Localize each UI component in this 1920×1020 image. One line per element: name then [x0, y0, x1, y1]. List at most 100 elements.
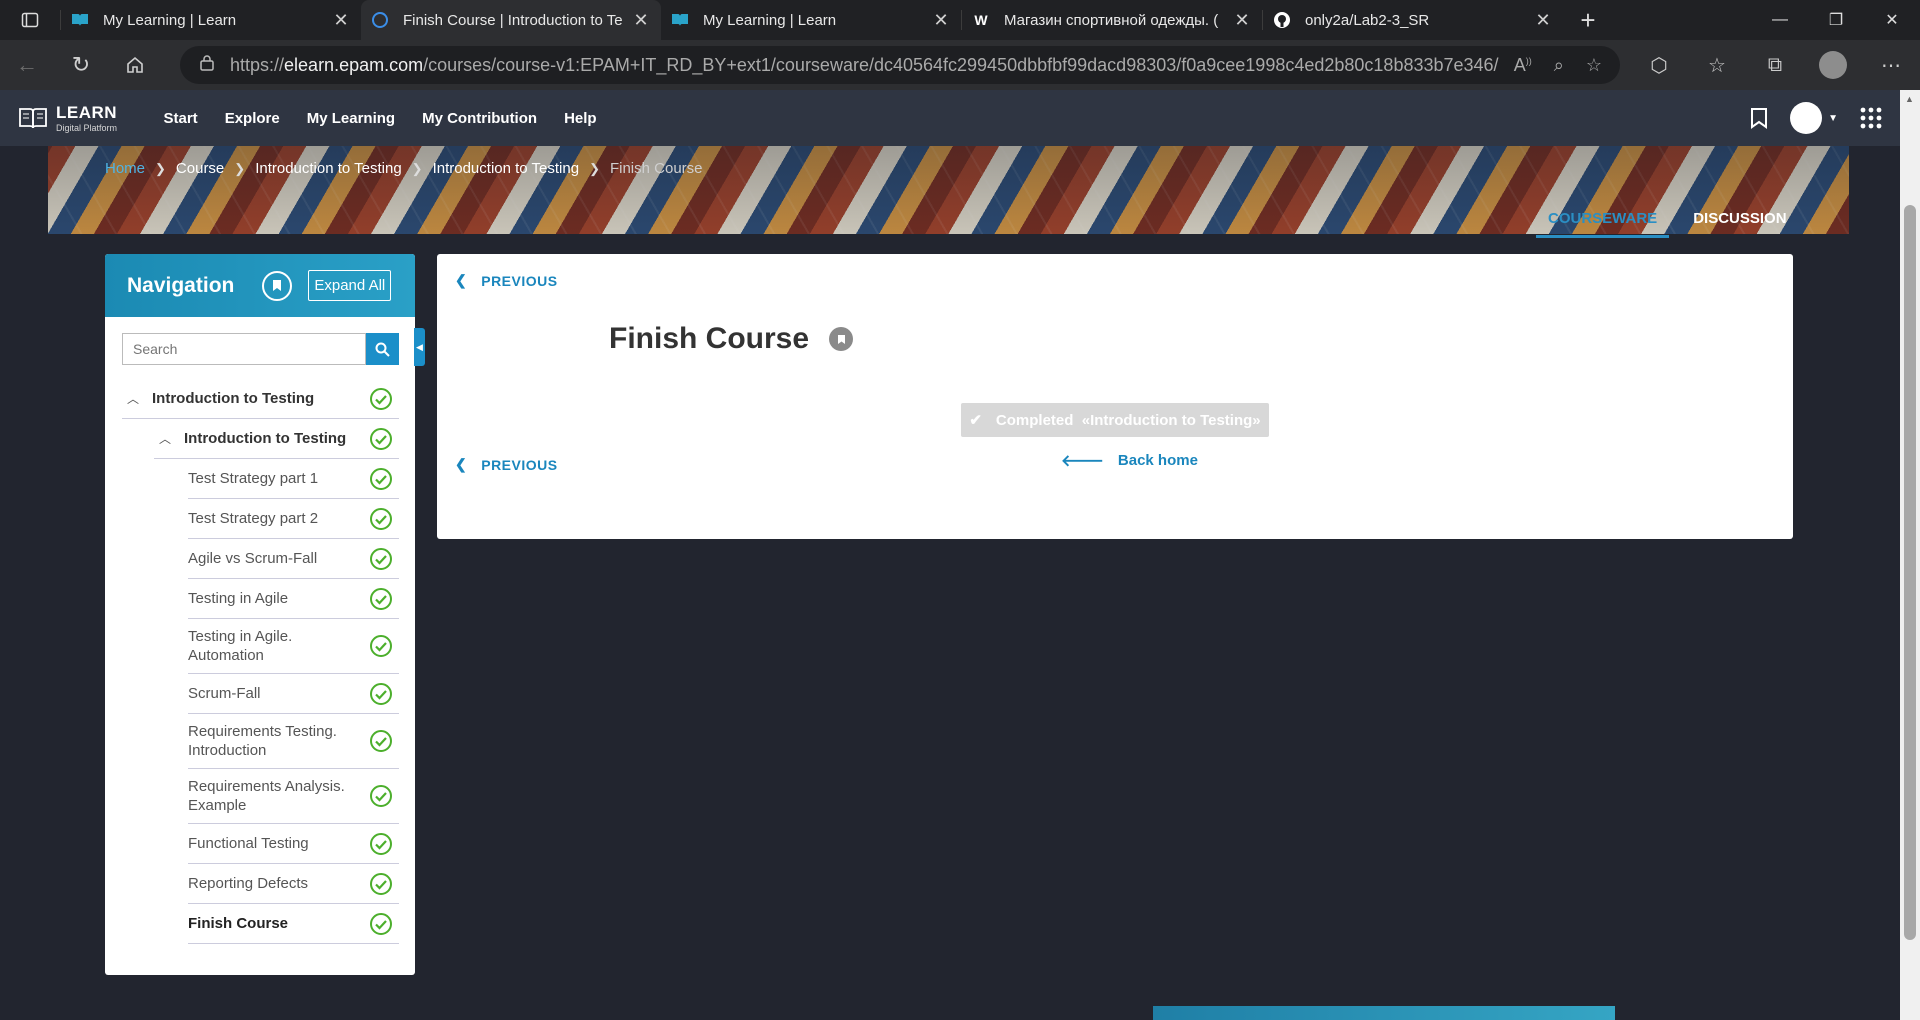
nav-unit[interactable]: Requirements Analysis. Example — [188, 769, 399, 824]
extensions-icon[interactable]: ⬡ — [1630, 53, 1688, 78]
nav-unit[interactable]: Scrum-Fall — [188, 674, 399, 714]
nav-start[interactable]: Start — [150, 110, 211, 127]
address-bar[interactable]: https://elearn.epam.com/courses/course-v… — [180, 46, 1620, 84]
more-menu-icon[interactable]: ⋯ — [1862, 53, 1920, 78]
check-circle-icon — [370, 912, 392, 935]
collections-icon[interactable]: ⧉ — [1746, 54, 1804, 77]
bookmark-filter-button[interactable] — [262, 270, 293, 301]
nav-unit[interactable]: Testing in Agile — [188, 579, 399, 619]
breadcrumb-home[interactable]: Home — [105, 160, 145, 177]
chevron-left-icon: ❮ — [455, 272, 468, 288]
check-circle-icon — [370, 387, 392, 410]
nav-unit-label: Testing in Agile. Automation — [188, 628, 293, 664]
breadcrumb-subsection[interactable]: Introduction to Testing — [433, 160, 579, 177]
read-aloud-icon[interactable]: A)) — [1514, 55, 1532, 76]
back-home-link[interactable]: 🡐 Back home — [1061, 450, 1198, 471]
tab-discussion[interactable]: DISCUSSION — [1681, 210, 1798, 238]
scrollbar-thumb[interactable] — [1904, 205, 1916, 940]
learn-book-icon — [671, 11, 689, 29]
nav-unit-label: Test Strategy part 2 — [188, 510, 319, 527]
favorites-icon[interactable]: ☆ — [1688, 53, 1746, 78]
chevron-up-icon[interactable]: ︿ — [154, 430, 176, 447]
tab-title: Finish Course | Introduction to Te — [403, 11, 623, 29]
tab-title: My Learning | Learn — [703, 11, 837, 29]
close-tab-icon[interactable]: ✕ — [1232, 10, 1252, 31]
nav-unit[interactable]: Requirements Testing. Introduction — [188, 714, 399, 769]
nav-unit[interactable]: Test Strategy part 2 — [188, 499, 399, 539]
search-input[interactable] — [122, 333, 366, 365]
window-controls: — ❐ ✕ — [1752, 0, 1920, 40]
page-title: Finish Course — [609, 322, 810, 355]
minimize-window-button[interactable]: — — [1752, 0, 1808, 40]
tab-actions-button[interactable] — [0, 0, 60, 40]
check-circle-icon — [370, 832, 392, 855]
tab-title: My Learning | Learn — [103, 11, 237, 29]
user-avatar[interactable] — [1790, 102, 1823, 134]
tab-actions-icon — [21, 12, 39, 28]
nav-section[interactable]: ︿ Introduction to Testing — [122, 379, 399, 419]
browser-tab-bar: My Learning | Learn ✕ Finish Course | In… — [0, 0, 1920, 40]
bookmark-unit-button[interactable] — [829, 327, 854, 351]
nav-subsection-label: Introduction to Testing — [184, 430, 347, 447]
nav-subsection[interactable]: ︿ Introduction to Testing — [154, 419, 399, 459]
breadcrumb-current: Finish Course — [609, 160, 703, 177]
home-button[interactable] — [108, 40, 162, 90]
browser-tab-1[interactable]: My Learning | Learn ✕ — [61, 0, 361, 40]
chevron-up-icon[interactable]: ︿ — [122, 390, 144, 407]
check-circle-icon — [370, 635, 392, 657]
chevron-right-icon: ❯ — [589, 160, 600, 176]
close-tab-icon[interactable]: ✕ — [331, 10, 351, 31]
nav-my-learning[interactable]: My Learning — [293, 110, 408, 127]
nav-unit-current[interactable]: Finish Course — [188, 904, 399, 944]
back-home-label: Back home — [1117, 452, 1198, 469]
previous-button-top[interactable]: ❮ PREVIOUS — [455, 272, 558, 289]
search-button[interactable] — [366, 333, 399, 365]
site-logo[interactable]: LEARN Digital Platform — [0, 104, 150, 133]
browser-tab-4[interactable]: W Магазин спортивной одежды. ( ✕ — [962, 0, 1262, 40]
navigation-header: Navigation Expand All — [105, 254, 415, 317]
tab-title: only2a/Lab2-3_SR — [1305, 11, 1430, 29]
nav-unit-label: Functional Testing — [188, 835, 309, 852]
nav-help[interactable]: Help — [551, 110, 611, 127]
w-brand-icon: W — [974, 12, 988, 28]
nav-unit[interactable]: Agile vs Scrum-Fall — [188, 539, 399, 579]
scroll-up-icon[interactable]: ▲ — [1905, 94, 1914, 104]
profile-button[interactable] — [1804, 51, 1862, 79]
breadcrumb-section[interactable]: Introduction to Testing — [255, 160, 401, 177]
chevron-down-icon[interactable]: ▼ — [1828, 113, 1838, 124]
close-tab-icon[interactable]: ✕ — [1533, 10, 1553, 31]
close-tab-icon[interactable]: ✕ — [631, 10, 651, 31]
add-favorite-icon[interactable]: ☆ — [1586, 55, 1602, 76]
footer-banner-edge — [1153, 1006, 1615, 1020]
bookmarks-icon[interactable] — [1750, 107, 1768, 129]
collapse-navigation-button[interactable]: ◀ — [414, 328, 425, 366]
check-circle-icon — [370, 467, 392, 490]
expand-all-button[interactable]: Expand All — [308, 270, 392, 301]
tab-courseware[interactable]: COURSEWARE — [1536, 210, 1670, 238]
close-tab-icon[interactable]: ✕ — [931, 10, 951, 31]
nav-unit[interactable]: Testing in Agile. Automation — [188, 619, 399, 674]
breadcrumb-course[interactable]: Course — [176, 160, 224, 177]
browser-tab-2-active[interactable]: Finish Course | Introduction to Te ✕ — [361, 0, 661, 40]
nav-my-contribution[interactable]: My Contribution — [409, 110, 551, 127]
navigation-title: Navigation — [127, 273, 235, 297]
previous-button-bottom[interactable]: ❮ PREVIOUS — [455, 456, 558, 473]
apps-grid-icon[interactable] — [1860, 107, 1882, 129]
nav-unit[interactable]: Test Strategy part 1 — [188, 459, 399, 499]
reload-button[interactable]: ↻ — [54, 40, 108, 90]
close-window-button[interactable]: ✕ — [1864, 0, 1920, 40]
nav-unit[interactable]: Reporting Defects — [188, 864, 399, 904]
browser-tab-3[interactable]: My Learning | Learn ✕ — [661, 0, 961, 40]
chevron-right-icon: ❯ — [411, 160, 423, 176]
restore-window-button[interactable]: ❐ — [1808, 0, 1864, 40]
check-icon: ✔ — [969, 412, 982, 429]
back-button[interactable]: ← — [0, 40, 54, 90]
check-circle-icon — [370, 507, 392, 530]
browser-tab-5[interactable]: only2a/Lab2-3_SR ✕ — [1263, 0, 1563, 40]
zoom-icon[interactable]: ⌕ — [1554, 55, 1564, 76]
nav-section-label: Introduction to Testing — [152, 390, 315, 407]
page-scrollbar[interactable]: ▲ — [1900, 90, 1920, 1020]
new-tab-button[interactable]: + — [1563, 0, 1613, 40]
nav-explore[interactable]: Explore — [211, 110, 293, 127]
nav-unit[interactable]: Functional Testing — [188, 824, 399, 864]
